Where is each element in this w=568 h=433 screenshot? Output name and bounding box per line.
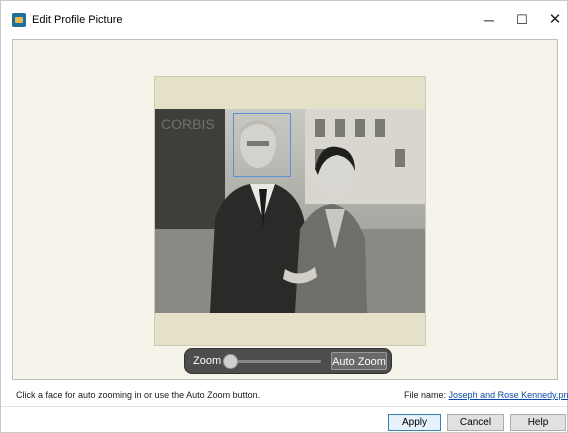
zoom-slider-track[interactable] <box>233 360 321 363</box>
preview-panel: CORBIS <box>12 39 558 380</box>
footer-divider <box>1 406 567 407</box>
close-button[interactable]: ✕ <box>543 9 567 31</box>
help-button[interactable]: Help <box>510 414 566 431</box>
cancel-button[interactable]: Cancel <box>447 414 504 431</box>
zoom-slider-thumb[interactable] <box>223 354 238 369</box>
minimize-button[interactable]: ─ <box>477 9 501 31</box>
maximize-button[interactable]: ☐ <box>510 9 534 31</box>
zoom-label: Zoom <box>193 355 222 367</box>
title-bar: Edit Profile Picture ─ ☐ ✕ <box>1 1 567 39</box>
watermark-text: CORBIS <box>161 116 215 132</box>
apply-button[interactable]: Apply <box>388 414 441 431</box>
zoom-toolbar: Zoom Auto Zoom <box>184 348 392 374</box>
auto-zoom-button[interactable]: Auto Zoom <box>331 352 387 370</box>
app-icon <box>12 13 26 27</box>
hint-text: Click a face for auto zooming in or use … <box>16 390 261 400</box>
file-name-label: File name: <box>404 390 447 400</box>
file-name-link[interactable]: Joseph and Rose Kennedy.png <box>449 390 568 400</box>
dialog-window: Edit Profile Picture ─ ☐ ✕ CORBIS Zoom A… <box>0 0 568 433</box>
face-detection-box[interactable] <box>233 113 291 177</box>
file-name-row: File name: Joseph and Rose Kennedy.png <box>404 390 568 400</box>
window-title: Edit Profile Picture <box>32 14 123 26</box>
